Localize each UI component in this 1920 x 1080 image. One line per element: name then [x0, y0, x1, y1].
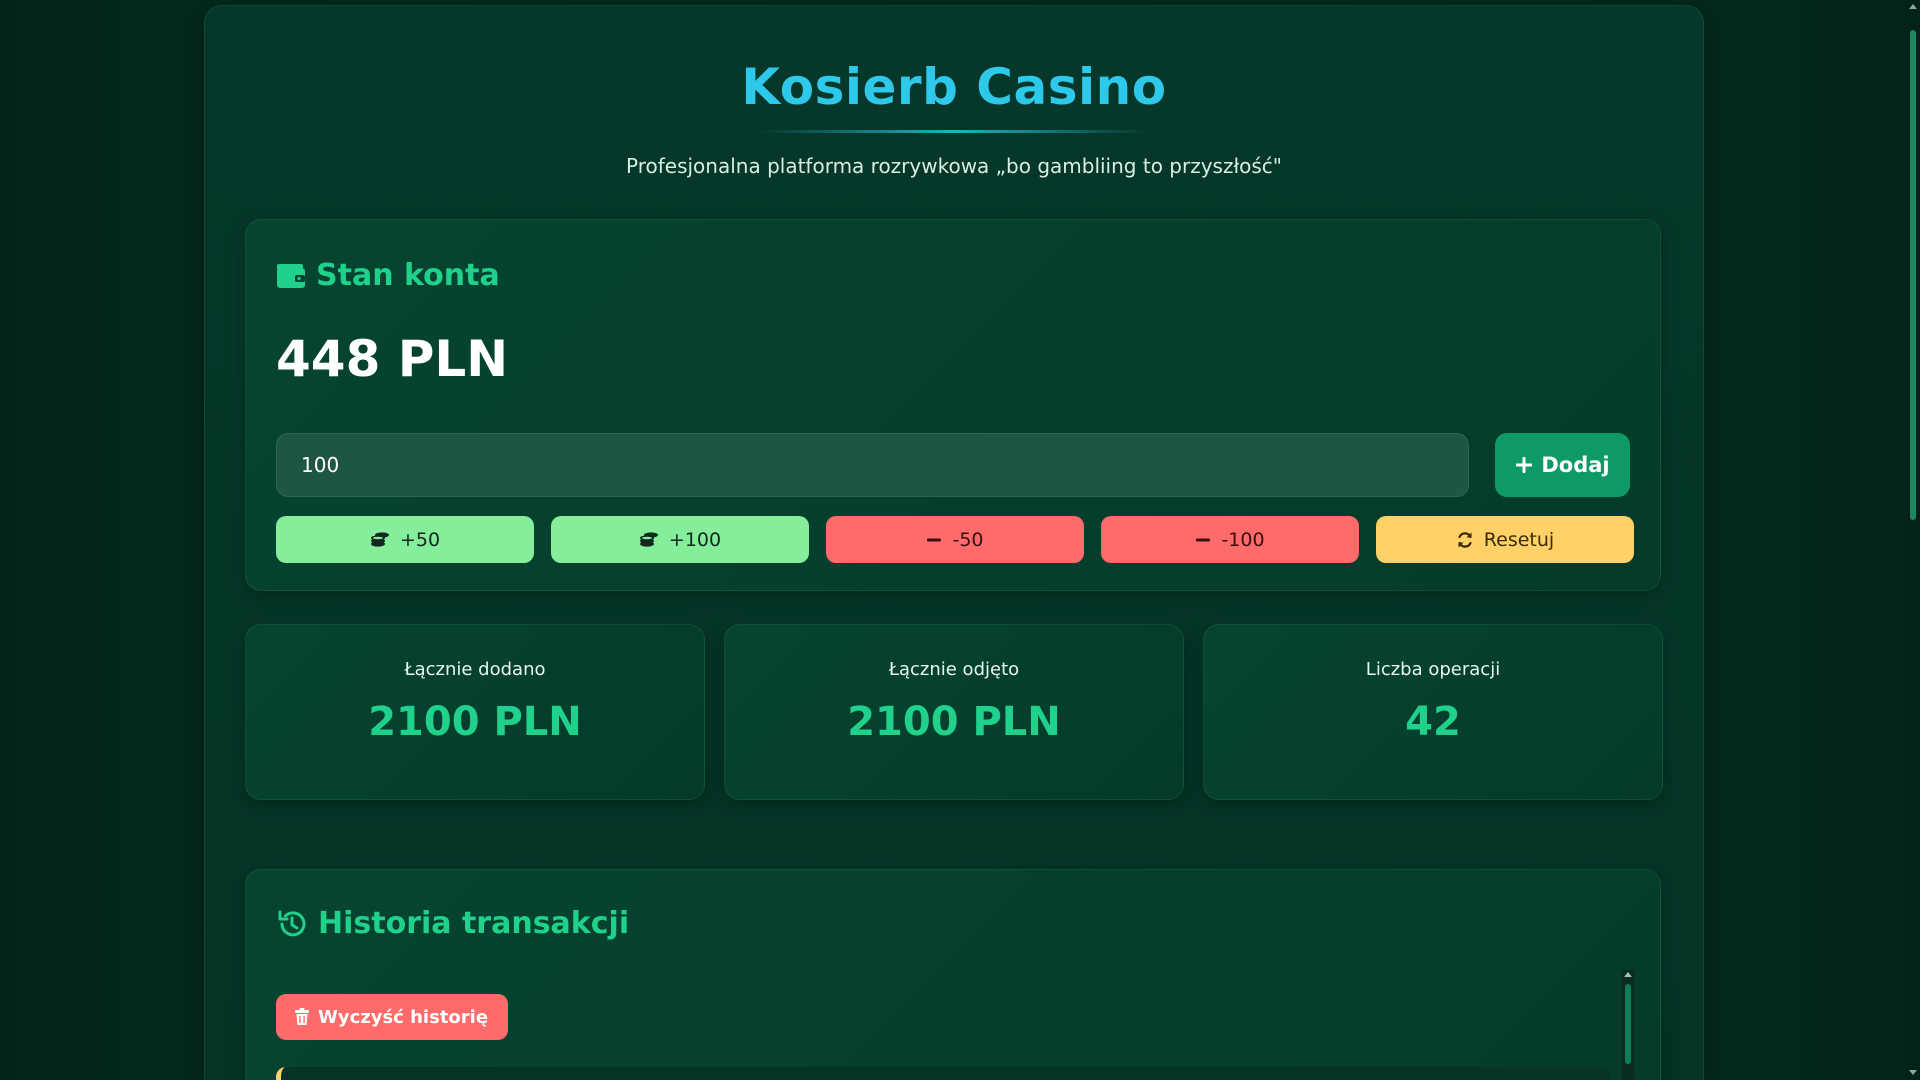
- plus-icon: [1515, 456, 1533, 474]
- balance-header: Stan konta: [276, 258, 500, 293]
- history-header: Historia transakcji: [276, 906, 629, 941]
- add-button-label: Dodaj: [1541, 453, 1610, 477]
- history-scroll-thumb[interactable]: [1625, 984, 1631, 1064]
- history-scrollbar[interactable]: [1622, 970, 1634, 1080]
- stat-label: Łącznie odjęto: [888, 659, 1020, 680]
- page-subtitle: Profesjonalna platforma rozrywkowa „bo g…: [626, 154, 1282, 178]
- subtract-100-button[interactable]: -100: [1101, 516, 1359, 563]
- history-heading: Historia transakcji: [318, 906, 630, 941]
- quick-actions: +50 +100 -50 -100 Resetuj: [276, 516, 1634, 563]
- subtract-50-button[interactable]: -50: [826, 516, 1084, 563]
- history-icon: [276, 908, 308, 940]
- clear-history-label: Wyczyść historię: [318, 1006, 489, 1028]
- page-scrollbar[interactable]: [1905, 0, 1920, 1080]
- stat-label: Liczba operacji: [1365, 659, 1501, 680]
- page-title: Kosierb Casino: [741, 58, 1167, 116]
- stat-label: Łącznie dodano: [404, 659, 546, 680]
- balance-heading: Stan konta: [316, 258, 500, 293]
- stat-card-operations-count: Liczba operacji 42: [1203, 624, 1663, 800]
- reset-button[interactable]: Resetuj: [1376, 516, 1634, 563]
- subtract-100-label: -100: [1221, 528, 1265, 551]
- scroll-down-arrow-icon[interactable]: [1909, 1070, 1917, 1075]
- subtract-50-label: -50: [952, 528, 984, 551]
- add-100-label: +100: [668, 528, 722, 551]
- refresh-icon: [1456, 531, 1474, 549]
- add-100-button[interactable]: +100: [551, 516, 809, 563]
- clear-history-button[interactable]: Wyczyść historię: [276, 994, 509, 1040]
- main-container: Kosierb Casino Profesjonalna platforma r…: [204, 5, 1704, 1080]
- stat-value: 2100 PLN: [368, 699, 582, 745]
- add-50-button[interactable]: +50: [276, 516, 534, 563]
- scroll-up-arrow-icon[interactable]: [1909, 4, 1917, 9]
- add-50-label: +50: [399, 528, 441, 551]
- wallet-icon: [276, 263, 306, 289]
- stat-value: 42: [1405, 699, 1461, 745]
- title-underline: [759, 130, 1149, 133]
- stat-card-total-added: Łącznie dodano 2100 PLN: [245, 624, 705, 800]
- history-entry: [276, 1067, 1611, 1080]
- stat-value: 2100 PLN: [847, 699, 1061, 745]
- minus-icon: [1195, 532, 1211, 548]
- stat-card-total-subtracted: Łącznie odjęto 2100 PLN: [724, 624, 1184, 800]
- coins-icon: [639, 531, 659, 549]
- balance-card: Stan konta 448 PLN Dodaj: [245, 219, 1661, 591]
- balance-value: 448 PLN: [276, 330, 509, 388]
- add-button[interactable]: Dodaj: [1495, 433, 1630, 497]
- history-card: Historia transakcji Wyczyść historię: [245, 869, 1661, 1080]
- reset-label: Resetuj: [1483, 528, 1555, 551]
- trash-icon: [294, 1008, 310, 1026]
- coins-icon: [370, 531, 390, 549]
- scroll-up-arrow-icon[interactable]: [1624, 972, 1632, 977]
- page-viewport: Kosierb Casino Profesjonalna platforma r…: [0, 0, 1905, 1080]
- amount-input[interactable]: [276, 433, 1469, 497]
- page-scroll-thumb[interactable]: [1910, 30, 1916, 520]
- minus-icon: [926, 532, 942, 548]
